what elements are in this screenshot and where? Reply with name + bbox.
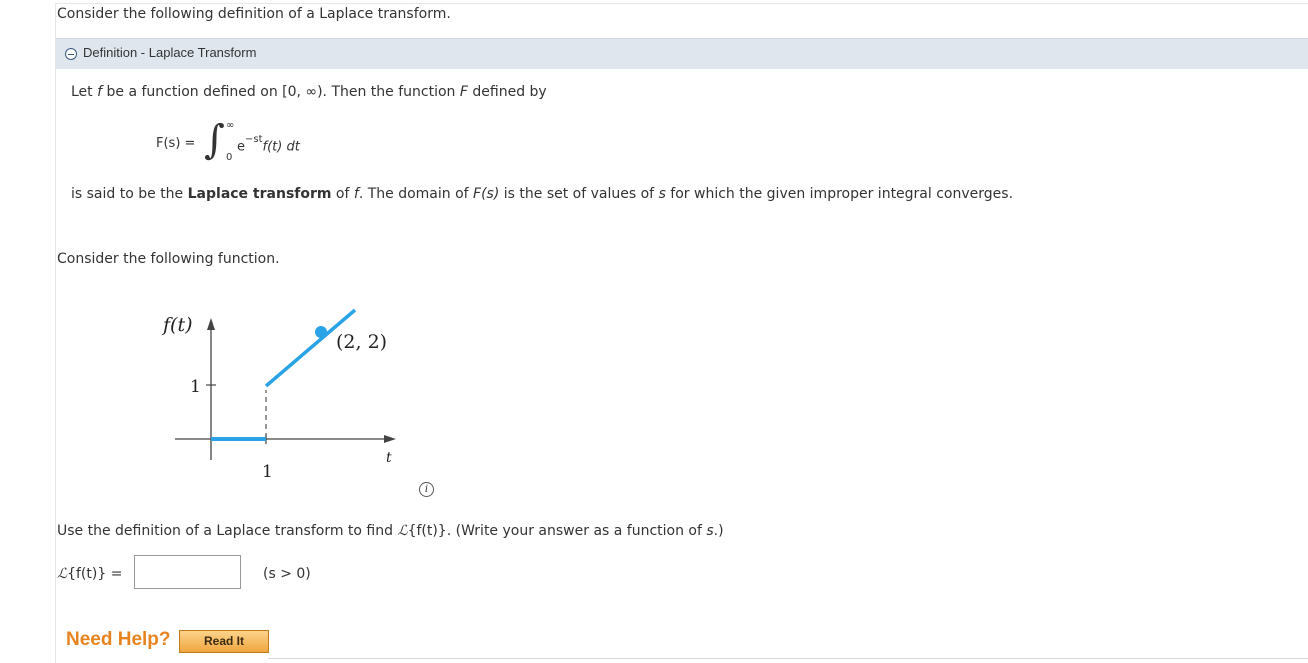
lower-limit: 0 [226,152,233,163]
question-text: Use the definition of a Laplace transfor… [57,523,724,539]
collapse-icon[interactable] [65,48,77,60]
function-graph: f(t) 1 1 t (2, 2) [150,300,410,485]
integrand-rest: f(t) dt [262,139,300,155]
need-help-label: Need Help? [66,629,171,650]
x-axis-label: t [386,450,392,466]
F-symbol: F [459,84,468,100]
text: be a function defined on [0, ∞). Then th… [102,84,460,100]
domain-condition: (s > 0) [263,566,311,582]
text: .) [713,523,724,539]
text: for which the given improper integral co… [665,186,1014,202]
integral-sign: ∫ [204,117,225,163]
y-tick-label: 1 [190,377,201,397]
point-2-2 [315,326,327,338]
definition-line-1: Let f be a function defined on [0, ∞). T… [71,84,547,100]
integrand: e−stf(t) dt [237,134,300,155]
answer-input[interactable] [134,555,241,589]
text: . The domain of [358,186,474,202]
text: . (Write your answer as a function of [446,523,707,539]
text: is the set of values of [499,186,659,202]
definition-header[interactable]: Definition - Laplace Transform [56,38,1308,69]
info-icon[interactable]: i [419,482,434,497]
text: {f(t)} [407,523,447,539]
answer-label: ℒ{f(t)} = [57,566,122,582]
s-symbol: s [706,523,714,539]
definition-title: Definition - Laplace Transform [83,45,257,60]
graph-svg: f(t) 1 1 t (2, 2) [161,308,396,482]
exponent: −st [245,134,263,145]
frame-bottom-border [268,658,1308,659]
function-intro: Consider the following function. [57,251,280,267]
laplace-transform-bold: Laplace transform [187,186,332,202]
definition-line-2: is said to be the Laplace transform of f… [71,186,1013,202]
upper-limit: ∞ [226,120,235,131]
frame-left-border [55,3,56,663]
y-axis-label: f(t) [161,314,193,336]
laplace-symbol: ℒ [397,523,408,539]
exp-base: e [237,139,245,155]
Fs-symbol: F(s) [473,186,500,202]
laplace-equation: F(s) = ∫ ∞ 0 e−stf(t) dt [156,117,376,169]
s-symbol: s [658,186,666,202]
text: is said to be the [71,186,188,202]
intro-text: Consider the following definition of a L… [57,6,451,22]
x-axis-arrow [384,435,396,443]
text: Let [71,84,98,100]
answer-label-text: {f(t)} = [67,566,123,582]
x-tick-label: 1 [262,462,273,482]
text: Use the definition of a Laplace transfor… [57,523,398,539]
text: defined by [467,84,547,100]
y-axis-arrow [207,318,215,330]
text: of [331,186,354,202]
read-it-button[interactable]: Read It [179,630,269,653]
equation-lhs: F(s) = [156,136,196,151]
laplace-symbol: ℒ [57,566,68,582]
frame-top-border [55,3,1308,4]
point-label: (2, 2) [336,331,387,353]
